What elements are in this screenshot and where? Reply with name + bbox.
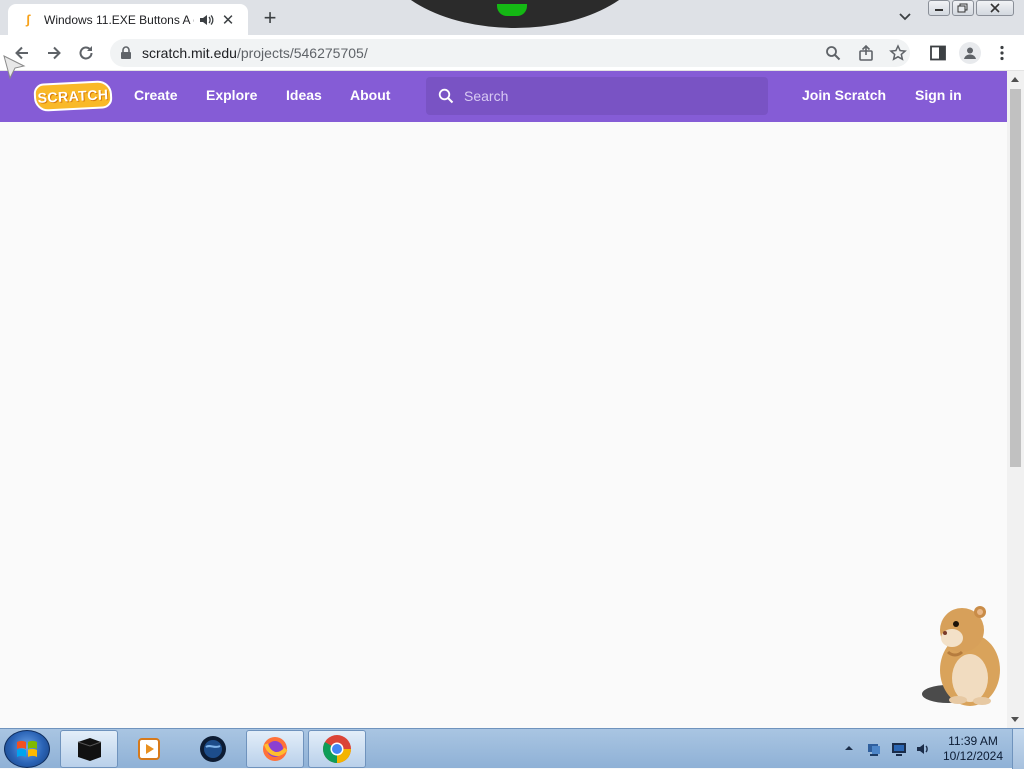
close-tab-icon[interactable]: ✕ bbox=[220, 12, 236, 29]
windows-logo-icon bbox=[17, 740, 37, 757]
address-bar[interactable]: scratch.mit.edu/projects/546275705/ bbox=[110, 39, 910, 67]
search-icon bbox=[438, 88, 454, 104]
scroll-down-arrow-icon[interactable] bbox=[1011, 717, 1019, 722]
taskbar-app-black-box[interactable] bbox=[60, 730, 118, 768]
more-vert-icon[interactable] bbox=[993, 44, 1011, 62]
chrome-icon bbox=[323, 735, 351, 763]
scrollbar-thumb[interactable] bbox=[1010, 89, 1021, 467]
show-desktop-button[interactable] bbox=[1012, 729, 1024, 769]
scroll-up-arrow-icon[interactable] bbox=[1011, 77, 1019, 82]
mouse-pointer-icon bbox=[3, 55, 26, 80]
browser-titlebar: ʃ Windows 11.EXE Buttons A o ✕ + bbox=[0, 0, 1024, 35]
taskbar: 11:39 AM 10/12/2024 bbox=[0, 728, 1024, 769]
restore-button[interactable] bbox=[952, 0, 974, 16]
zoom-icon[interactable] bbox=[824, 44, 842, 62]
browser-toolbar: scratch.mit.edu/projects/546275705/ bbox=[0, 35, 1024, 71]
tab-title: Windows 11.EXE Buttons A o bbox=[44, 12, 194, 27]
taskbar-app-globe[interactable] bbox=[184, 730, 242, 768]
clock-time: 11:39 AM bbox=[948, 734, 998, 748]
taskbar-app-firefox[interactable] bbox=[246, 730, 304, 768]
person-icon bbox=[964, 47, 976, 59]
search-field[interactable] bbox=[426, 77, 768, 115]
tray-expand-icon[interactable] bbox=[844, 743, 854, 753]
profile-avatar[interactable] bbox=[959, 42, 981, 64]
side-panel-icon[interactable] bbox=[929, 44, 947, 62]
url-host: scratch.mit.edu bbox=[142, 45, 237, 61]
system-clock[interactable]: 11:39 AM 10/12/2024 bbox=[938, 734, 1008, 764]
taskbar-app-media-player[interactable] bbox=[120, 730, 178, 768]
scratch-cat-icon: ʃ bbox=[25, 12, 31, 27]
desktop-overlay-widget bbox=[380, 0, 650, 28]
taskbar-app-chrome[interactable] bbox=[308, 730, 366, 768]
minimize-icon bbox=[935, 9, 943, 11]
close-window-button[interactable] bbox=[976, 0, 1014, 16]
monitor-icon[interactable] bbox=[891, 741, 907, 757]
url-path: /projects/546275705/ bbox=[236, 45, 368, 61]
chevron-down-icon[interactable] bbox=[896, 10, 914, 24]
sign-in-link[interactable]: Sign in bbox=[915, 87, 962, 103]
minimize-button[interactable] bbox=[928, 0, 950, 16]
scratch-logo[interactable]: SCRATCH bbox=[33, 79, 113, 113]
speaker-icon[interactable] bbox=[198, 12, 214, 28]
overlay-indicator bbox=[497, 4, 527, 16]
black-box-app-icon bbox=[77, 738, 102, 761]
firefox-icon bbox=[263, 737, 288, 761]
nav-explore[interactable]: Explore bbox=[206, 87, 257, 103]
forward-button[interactable] bbox=[42, 41, 66, 65]
star-icon[interactable] bbox=[889, 44, 907, 62]
lock-icon[interactable] bbox=[120, 46, 132, 60]
window-controls bbox=[928, 0, 1014, 16]
hamster-mascot-image bbox=[922, 606, 1000, 706]
clock-date: 10/12/2024 bbox=[942, 749, 1004, 763]
media-player-icon bbox=[138, 738, 160, 760]
share-icon[interactable] bbox=[857, 44, 875, 62]
close-icon bbox=[990, 3, 1000, 13]
arrow-right-icon bbox=[48, 46, 61, 60]
new-tab-button[interactable]: + bbox=[258, 5, 282, 30]
url-text[interactable]: scratch.mit.edu/projects/546275705/ bbox=[142, 45, 368, 61]
start-button[interactable] bbox=[4, 730, 50, 768]
globe-icon bbox=[200, 736, 226, 762]
nav-create[interactable]: Create bbox=[134, 87, 178, 103]
network-icon[interactable] bbox=[866, 741, 882, 757]
restore-icon bbox=[957, 3, 968, 13]
nav-about[interactable]: About bbox=[350, 87, 390, 103]
volume-icon[interactable] bbox=[915, 741, 931, 757]
reload-icon bbox=[79, 46, 93, 60]
scratch-navbar: SCRATCH Create Explore Ideas About Join … bbox=[0, 71, 1007, 122]
join-scratch-link[interactable]: Join Scratch bbox=[802, 87, 886, 103]
search-input[interactable] bbox=[464, 86, 754, 106]
project-page-content bbox=[0, 122, 1007, 728]
nav-ideas[interactable]: Ideas bbox=[286, 87, 322, 103]
reload-button[interactable] bbox=[74, 41, 98, 65]
browser-tab[interactable]: ʃ Windows 11.EXE Buttons A o ✕ bbox=[8, 4, 248, 35]
